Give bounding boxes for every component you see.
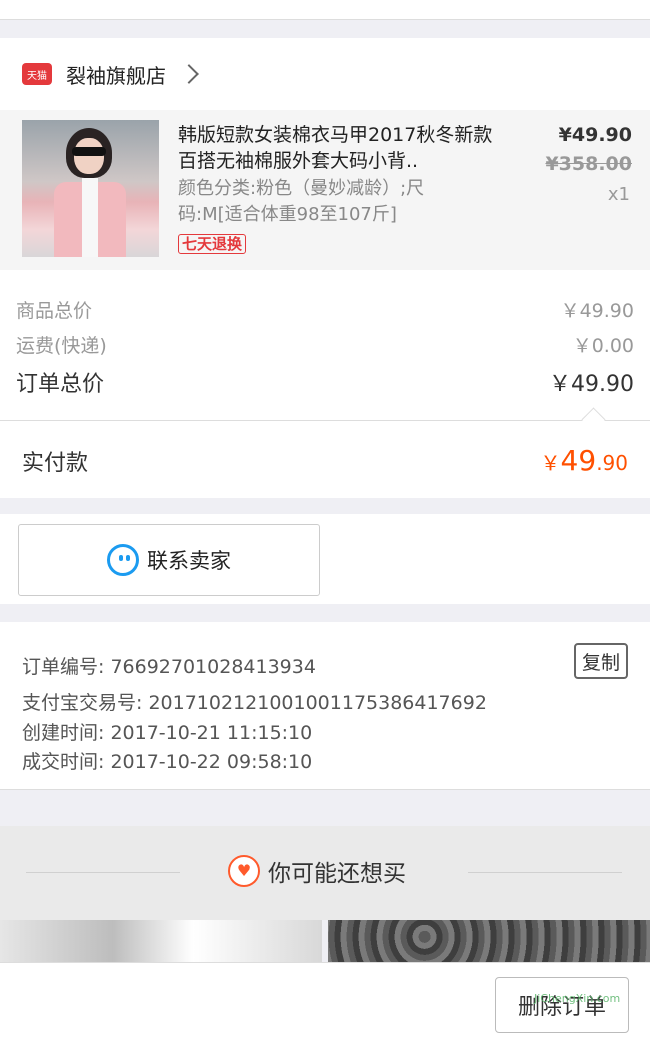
shipping-row: 运费(快递) ￥0.00 — [16, 331, 634, 358]
paid-amount: ￥49.90 — [540, 444, 628, 477]
completed-time: 成交时间: 2017-10-22 09:58:10 — [22, 751, 313, 773]
store-name[interactable]: 裂袖旗舰店 — [66, 60, 166, 89]
contact-section: 联系卖家 — [0, 514, 650, 604]
product-image[interactable] — [22, 120, 159, 257]
divider-right — [468, 872, 622, 873]
divider-left — [26, 872, 180, 873]
order-total-label: 订单总价 — [16, 372, 105, 397]
chevron-right-icon[interactable] — [179, 64, 199, 84]
quantity: x1 — [607, 184, 630, 205]
divider — [0, 420, 650, 421]
goods-total-value: ￥49.90 — [560, 300, 634, 322]
heart-icon: ♥ — [228, 855, 260, 887]
chat-icon — [107, 544, 139, 576]
product-spec: 颜色分类:粉色（曼妙减龄）;尺码:M[适合体重98至107斤] — [178, 178, 425, 225]
recommended-product-image[interactable] — [328, 920, 650, 962]
goods-total-label: 商品总价 — [16, 300, 93, 322]
shipping-label: 运费(快递) — [16, 335, 107, 357]
recommended-product-image[interactable] — [0, 920, 322, 962]
price-current: ¥49.90 — [558, 124, 632, 146]
shipping-value: ￥0.00 — [572, 335, 634, 357]
goods-total-row: 商品总价 ￥49.90 — [16, 296, 634, 323]
contact-seller-label: 联系卖家 — [147, 549, 231, 573]
return-policy-badge: 七天退换 — [178, 234, 247, 254]
price-original: ¥358.00 — [545, 153, 632, 175]
alipay-trade-number: 支付宝交易号: 2017102121001001175386417692 — [22, 692, 487, 714]
copy-button[interactable]: 复制 — [574, 643, 628, 679]
tmall-logo-icon: 天猫 — [22, 63, 52, 85]
recommend-header: ♥ 你可能还想买 — [0, 826, 650, 920]
order-total-row: 订单总价 ￥49.90 — [16, 366, 634, 398]
contact-seller-button[interactable]: 联系卖家 — [18, 524, 320, 596]
bottom-action-bar: 删除订单 — [0, 962, 650, 1048]
created-time: 创建时间: 2017-10-21 11:15:10 — [22, 722, 313, 744]
recommend-title-text: 你可能还想买 — [268, 861, 406, 887]
watermark: JiChengXin.com — [534, 992, 621, 1005]
paid-row: 实付款 ￥49.90 — [22, 444, 628, 477]
product-item[interactable]: 韩版短款女装棉衣马甲2017秋冬新款百搭无袖棉服外套大码小背.. 颜色分类:粉色… — [0, 110, 650, 270]
order-total-value: ￥49.90 — [549, 372, 634, 397]
product-title[interactable]: 韩版短款女装棉衣马甲2017秋冬新款百搭无袖棉服外套大码小背.. — [178, 122, 498, 174]
paid-label: 实付款 — [22, 451, 89, 476]
recommend-title: ♥ 你可能还想买 — [228, 854, 406, 888]
order-info-section: 订单编号: 76692701028413934 复制 支付宝交易号: 20171… — [0, 622, 650, 790]
store-header[interactable]: 天猫 裂袖旗舰店 — [0, 38, 650, 110]
order-card: 天猫 裂袖旗舰店 韩版短款女装棉衣马甲2017秋冬新款百搭无袖棉服外套大码小背.… — [0, 38, 650, 498]
delete-order-button[interactable]: 删除订单 — [495, 977, 629, 1033]
order-number: 订单编号: 76692701028413934 — [22, 656, 316, 678]
top-strip — [0, 0, 650, 20]
